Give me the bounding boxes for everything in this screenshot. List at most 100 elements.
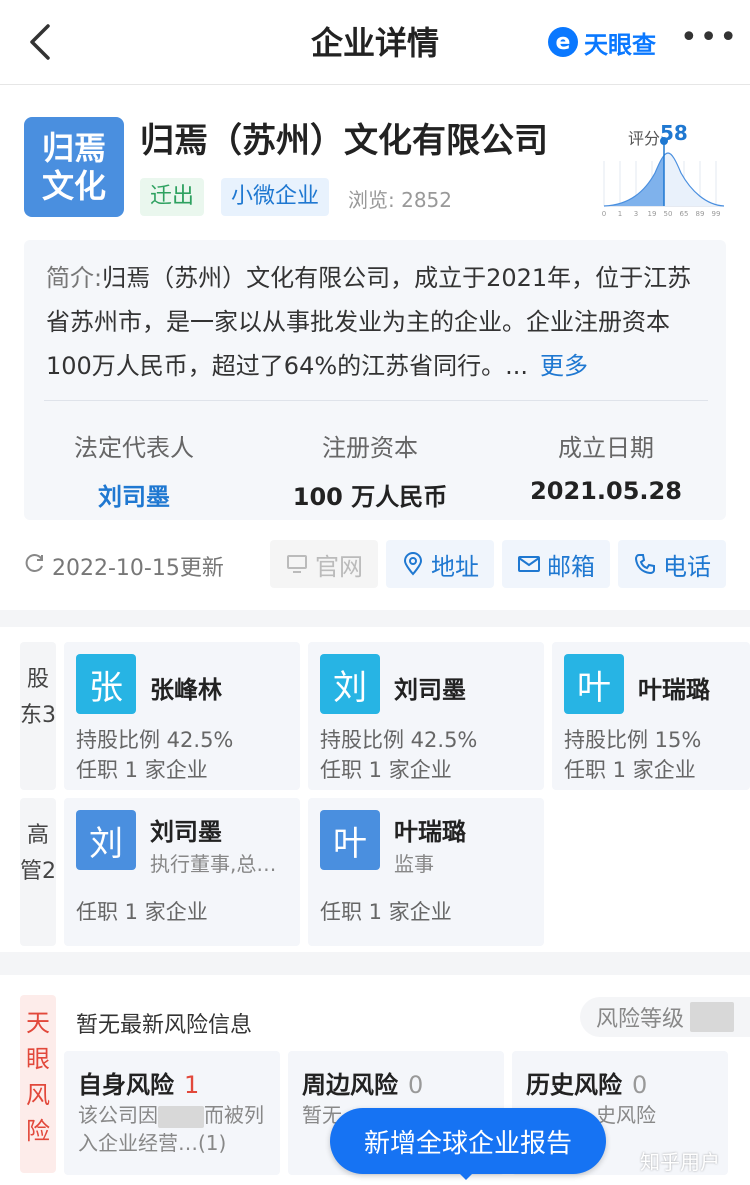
- person-name[interactable]: 张峰林: [150, 670, 222, 705]
- global-report-toast[interactable]: 新增全球企业报告: [330, 1108, 606, 1174]
- person-name[interactable]: 刘司墨: [150, 812, 222, 847]
- svg-text:0: 0: [602, 210, 606, 218]
- phone-label: 电话: [663, 552, 711, 581]
- job-count: 任职 1 家企业: [320, 900, 452, 924]
- field-founded-date: 成立日期 2021.05.28: [496, 428, 716, 505]
- risk-card-title: 周边风险 0: [302, 1065, 423, 1100]
- risk-title-text: 历史风险: [526, 1071, 622, 1099]
- more-options-icon[interactable]: •••: [680, 23, 737, 56]
- svg-text:89: 89: [696, 210, 705, 218]
- svg-text:3: 3: [634, 210, 638, 218]
- risk-card-title: 自身风险 1: [78, 1065, 199, 1100]
- risk-count: 0: [632, 1071, 648, 1099]
- location-pin-icon: [403, 552, 423, 576]
- intro-text-block: 简介:归焉（苏州）文化有限公司，成立于2021年，位于江苏省苏州市，是一家以从事…: [46, 256, 706, 388]
- blurred-value: [690, 1002, 735, 1032]
- share-ratio: 持股比例 15%: [564, 728, 702, 752]
- executive-card[interactable]: 叶 叶瑞璐 监事 任职 1 家企业: [308, 798, 544, 946]
- risk-card-title: 历史风险 0: [526, 1065, 647, 1100]
- tag-small-micro[interactable]: 小微企业: [221, 178, 330, 216]
- avatar: 叶: [320, 810, 380, 870]
- risk-title-text: 自身风险: [78, 1071, 174, 1099]
- avatar: 刘: [76, 810, 136, 870]
- field-label: 成立日期: [558, 434, 654, 462]
- avatar: 叶: [564, 654, 624, 714]
- website-button[interactable]: 官网: [270, 540, 378, 588]
- company-card: 归焉 文化 归焉（苏州）文化有限公司 迁出 小微企业 浏览: 2852 评分 58…: [0, 85, 750, 610]
- person-name[interactable]: 叶瑞璐: [638, 670, 710, 705]
- field-label: 法定代表人: [74, 434, 194, 462]
- executives-label[interactable]: 高管2: [20, 798, 56, 946]
- brand-name: 天眼查: [584, 30, 656, 59]
- job-count: 任职 1 家企业: [564, 758, 696, 782]
- brand-logo: e 天眼查: [548, 24, 656, 60]
- field-registered-capital: 注册资本 100 万人民币: [260, 428, 480, 512]
- shareholder-card[interactable]: 张 张峰林 持股比例 42.5% 任职 1 家企业: [64, 642, 300, 790]
- person-role: 执行董事,总…: [150, 852, 277, 876]
- risk-level-badge[interactable]: 风险等级: [580, 997, 750, 1037]
- tag-moved-out[interactable]: 迁出: [140, 178, 205, 216]
- toast-pointer: [456, 1170, 476, 1180]
- website-label: 官网: [315, 552, 363, 581]
- logo-line-2: 文化: [41, 167, 106, 205]
- risk-description: 该公司因 而被列入企业经营…(1): [78, 1101, 274, 1157]
- divider: [44, 400, 708, 401]
- share-ratio: 持股比例 42.5%: [76, 728, 234, 752]
- company-logo: 归焉 文化: [24, 117, 124, 217]
- risk-count: 0: [408, 1071, 424, 1099]
- email-button[interactable]: 邮箱: [502, 540, 610, 588]
- brand-e-icon: e: [548, 27, 578, 57]
- risk-status-text: 暂无最新风险信息: [76, 1013, 253, 1038]
- person-name[interactable]: 叶瑞璐: [394, 812, 466, 847]
- shareholder-card[interactable]: 刘 刘司墨 持股比例 42.5% 任职 1 家企业: [308, 642, 544, 790]
- company-name: 归焉（苏州）文化有限公司: [140, 121, 548, 161]
- shareholders-label-text: 股东3: [20, 667, 56, 728]
- update-date: 2022-10-15更新: [52, 556, 224, 581]
- svg-text:65: 65: [680, 210, 689, 218]
- update-info: 2022-10-15更新: [24, 550, 224, 582]
- top-nav-bar: 企业详情 e 天眼查 •••: [0, 0, 750, 85]
- risk-count: 1: [184, 1071, 200, 1099]
- view-count: 浏览: 2852: [348, 188, 452, 212]
- watermark: 知乎用户: [640, 1150, 720, 1174]
- risk-title-text: 周边风险: [302, 1071, 398, 1099]
- person-name[interactable]: 刘司墨: [394, 670, 466, 705]
- monitor-icon: [287, 555, 307, 573]
- field-value[interactable]: 刘司墨: [24, 477, 244, 512]
- shareholder-card[interactable]: 叶 叶瑞璐 持股比例 15% 任职 1 家企业: [552, 642, 750, 790]
- executives-label-text: 高管2: [20, 823, 56, 884]
- people-section: 股东3 张 张峰林 持股比例 42.5% 任职 1 家企业 刘 刘司墨 持股比例…: [0, 627, 750, 952]
- avatar: 刘: [320, 654, 380, 714]
- phone-button[interactable]: 电话: [618, 540, 726, 588]
- svg-text:50: 50: [664, 210, 673, 218]
- field-value: 2021.05.28: [530, 477, 682, 505]
- svg-text:19: 19: [648, 210, 657, 218]
- svg-text:99: 99: [712, 210, 721, 218]
- job-count: 任职 1 家企业: [76, 900, 208, 924]
- avatar: 张: [76, 654, 136, 714]
- logo-line-1: 归焉: [41, 129, 106, 167]
- score-distribution-chart[interactable]: 0 1 3 19 50 65 89 99: [600, 121, 726, 221]
- risk-side-label: 天眼风险: [20, 995, 56, 1173]
- shareholders-label[interactable]: 股东3: [20, 642, 56, 790]
- risk-card-self[interactable]: 自身风险 1 该公司因 而被列入企业经营…(1): [64, 1051, 280, 1175]
- person-role: 监事: [394, 852, 434, 876]
- phone-icon: [634, 554, 655, 575]
- intro-label: 简介:: [46, 264, 103, 292]
- refresh-icon: [24, 552, 46, 580]
- risk-level-label: 风险等级: [596, 1007, 685, 1032]
- field-label: 注册资本: [322, 434, 418, 462]
- field-value: 100 万人民币: [292, 483, 448, 511]
- envelope-icon: [518, 556, 540, 572]
- executive-card[interactable]: 刘 刘司墨 执行董事,总… 任职 1 家企业: [64, 798, 300, 946]
- intro-text: 归焉（苏州）文化有限公司，成立于2021年，位于江苏省苏州市，是一家以从事批发业…: [46, 264, 692, 380]
- address-button[interactable]: 地址: [386, 540, 494, 588]
- field-legal-rep[interactable]: 法定代表人 刘司墨: [24, 428, 244, 512]
- job-count: 任职 1 家企业: [76, 758, 208, 782]
- company-intro-box: 简介:归焉（苏州）文化有限公司，成立于2021年，位于江苏省苏州市，是一家以从事…: [24, 240, 726, 520]
- address-label: 地址: [431, 552, 479, 581]
- intro-more-link[interactable]: 更多: [540, 352, 588, 380]
- email-label: 邮箱: [547, 552, 595, 581]
- blurred-value: [158, 1105, 204, 1128]
- share-ratio: 持股比例 42.5%: [320, 728, 478, 752]
